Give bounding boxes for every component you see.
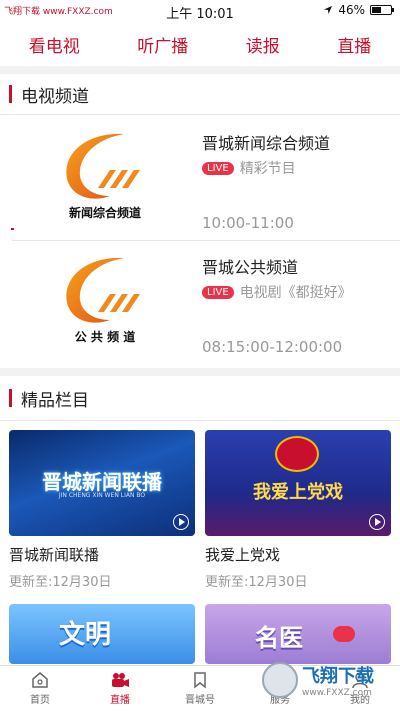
location-icon xyxy=(324,6,333,14)
play-icon[interactable] xyxy=(173,514,189,530)
program-title: 晋城新闻联播 xyxy=(9,546,100,564)
status-bar: 飞翔下载 www.FXXZ.com 上午 10:01 46% xyxy=(0,0,400,22)
program-updated: 更新至:12月30日 xyxy=(9,575,112,590)
divider xyxy=(0,66,400,74)
divider xyxy=(12,240,400,241)
tab-live[interactable]: 直播 xyxy=(80,666,160,711)
section-title: 电视频道 xyxy=(21,86,89,107)
section-header-tv: 电视频道 xyxy=(0,74,400,114)
capsule-icon xyxy=(333,626,355,642)
program-time: 08:15:00-12:00:00 xyxy=(202,338,343,356)
tab-label: 首页 xyxy=(30,695,50,706)
active-indicator xyxy=(11,228,14,230)
program-thumbnail: 文明 xyxy=(9,604,195,664)
program-title: 我爱上党戏 xyxy=(205,546,281,564)
program-time: 10:00-11:00 xyxy=(202,214,294,232)
top-nav-item-live[interactable]: 直播 xyxy=(337,32,371,57)
battery-icon xyxy=(370,5,394,15)
watermark-main: 飞翔下载 xyxy=(302,666,374,687)
play-icon[interactable] xyxy=(369,514,385,530)
opera-mask-icon xyxy=(275,436,319,472)
divider xyxy=(0,114,400,115)
channel-row-news[interactable]: 新闻综合频道 晋城新闻综合频道 LIVE 精彩节目 10:00-11:00 xyxy=(0,118,400,242)
section-title: 精品栏目 xyxy=(21,390,89,411)
program-card[interactable]: 晋城新闻联播 JIN CHENG XIN WEN LIAN BO 晋城新闻联播 … xyxy=(9,430,195,590)
channel-logo-icon xyxy=(66,133,140,199)
thumbnail-title: 名医 xyxy=(255,624,303,652)
home-icon xyxy=(32,672,48,688)
live-badge: LIVE xyxy=(202,285,234,299)
channel-name: 晋城新闻综合频道 xyxy=(202,134,331,153)
thumbnail-title: 文明 xyxy=(59,620,112,650)
watermark-logo: 飞翔下载 www.FXXZ.com xyxy=(262,660,392,700)
program-card[interactable]: 名医 xyxy=(205,604,391,664)
channel-name: 晋城公共频道 xyxy=(202,258,299,277)
channel-logo: 新闻综合频道 xyxy=(54,126,154,226)
divider xyxy=(0,368,400,376)
watermark-sub: www.FXXZ.com xyxy=(302,688,372,698)
top-nav-item-newspaper[interactable]: 读报 xyxy=(246,32,280,57)
watermark-circle-icon xyxy=(262,662,298,698)
program-card[interactable]: 我爱上党戏 我爱上党戏 更新至:12月30日 xyxy=(205,430,391,590)
program-updated: 更新至:12月30日 xyxy=(205,575,308,590)
program-card[interactable]: 文明 xyxy=(9,604,195,664)
bookmark-icon xyxy=(194,672,206,689)
program-thumbnail: 晋城新闻联播 JIN CHENG XIN WEN LIAN BO xyxy=(9,430,195,536)
tab-label: 直播 xyxy=(110,695,130,706)
channel-logo-icon xyxy=(66,257,140,323)
tab-jincheng[interactable]: 晋城号 xyxy=(160,666,240,711)
top-nav-item-radio[interactable]: 听广播 xyxy=(137,32,188,57)
section-accent-bar xyxy=(9,389,12,407)
tab-label: 晋城号 xyxy=(185,695,215,706)
thumbnail-title: 我爱上党戏 xyxy=(253,482,343,503)
logo-caption: 公 共 频 道 xyxy=(74,330,136,344)
top-nav-item-tv[interactable]: 看电视 xyxy=(29,32,80,57)
logo-caption: 新闻综合频道 xyxy=(68,206,141,220)
channel-row-public[interactable]: 公 共 频 道 晋城公共频道 LIVE 电视剧《都挺好》 08:15:00-12… xyxy=(0,242,400,366)
current-program: 电视剧《都挺好》 xyxy=(239,285,352,301)
tab-home[interactable]: 首页 xyxy=(0,666,80,711)
section-header-featured: 精品栏目 xyxy=(0,378,400,418)
program-thumbnail: 名医 xyxy=(205,604,391,664)
top-nav: 看电视 听广播 读报 直播 xyxy=(0,22,400,66)
section-accent-bar xyxy=(9,85,12,103)
live-badge: LIVE xyxy=(202,161,234,175)
video-camera-icon xyxy=(112,673,129,687)
current-program: 精彩节目 xyxy=(239,161,296,177)
battery-percent: 46% xyxy=(338,3,365,17)
program-thumbnail: 我爱上党戏 xyxy=(205,430,391,536)
thumbnail-title: 晋城新闻联播 xyxy=(42,470,162,494)
thumbnail-subtitle: JIN CHENG XIN WEN LIAN BO xyxy=(58,492,146,499)
divider xyxy=(0,420,400,421)
channel-logo: 公 共 频 道 xyxy=(54,250,154,350)
